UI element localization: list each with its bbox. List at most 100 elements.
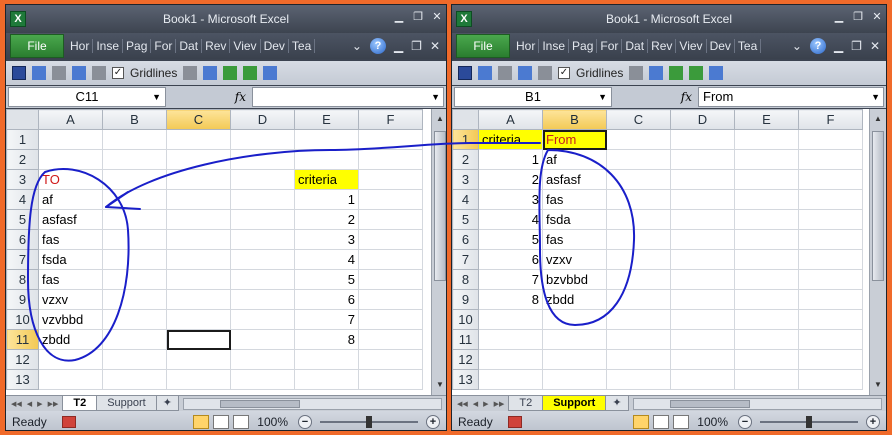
cell-b13[interactable] xyxy=(102,369,167,390)
row-header-2[interactable]: 2 xyxy=(452,149,479,170)
ribbon-tab-data[interactable]: Dat xyxy=(176,39,203,53)
cell-e7[interactable]: 4 xyxy=(294,249,359,270)
ribbon-tab-page-layout[interactable]: Pag xyxy=(569,39,598,53)
horizontal-scrollbar[interactable] xyxy=(632,397,882,410)
cell-f11[interactable] xyxy=(358,329,423,350)
column-header-f[interactable]: F xyxy=(798,109,863,130)
name-box[interactable]: B1 ▼ xyxy=(454,87,612,107)
ribbon-tab-team[interactable]: Tea xyxy=(735,39,762,53)
cell-d2[interactable] xyxy=(670,149,735,170)
chevron-down-icon[interactable]: ⌄ xyxy=(792,39,802,53)
cell-a5[interactable]: asfasf xyxy=(38,209,103,230)
cell-b3[interactable]: asfasf xyxy=(542,169,607,190)
last-sheet-icon[interactable]: ▶▶ xyxy=(494,400,505,408)
cell-f5[interactable] xyxy=(358,209,423,230)
cell-c2[interactable] xyxy=(606,149,671,170)
cell-d2[interactable] xyxy=(230,149,295,170)
chevron-down-icon[interactable]: ▼ xyxy=(598,88,607,106)
cell-a11[interactable] xyxy=(478,329,543,350)
ribbon-tab-review[interactable]: Rev xyxy=(202,39,231,53)
cell-a8[interactable]: 7 xyxy=(478,269,543,290)
cell-e10[interactable]: 7 xyxy=(294,309,359,330)
file-tab[interactable]: File xyxy=(456,34,510,58)
redo-icon[interactable] xyxy=(52,66,66,80)
cell-a4[interactable]: af xyxy=(38,189,103,210)
row-header-13[interactable]: 13 xyxy=(6,369,39,390)
cell-d6[interactable] xyxy=(230,229,295,250)
cell-a9[interactable]: vzxv xyxy=(38,289,103,310)
cell-f11[interactable] xyxy=(798,329,863,350)
cell-d3[interactable] xyxy=(230,169,295,190)
cell-e11[interactable]: 8 xyxy=(294,329,359,350)
name-box[interactable]: C11 ▼ xyxy=(8,87,166,107)
column-header-a[interactable]: A xyxy=(38,109,103,130)
cell-f9[interactable] xyxy=(798,289,863,310)
first-sheet-icon[interactable]: ◀◀ xyxy=(11,400,22,408)
cell-f4[interactable] xyxy=(358,189,423,210)
cell-a5[interactable]: 4 xyxy=(478,209,543,230)
row-header-1[interactable]: 1 xyxy=(452,129,479,150)
new-sheet-icon[interactable]: ✦ xyxy=(605,396,629,411)
next-sheet-icon[interactable]: ▶ xyxy=(37,400,42,408)
gridlines-checkbox[interactable]: ✓ xyxy=(558,67,570,79)
cell-f9[interactable] xyxy=(358,289,423,310)
first-sheet-icon[interactable]: ◀◀ xyxy=(457,400,468,408)
cell-d12[interactable] xyxy=(670,349,735,370)
column-header-e[interactable]: E xyxy=(294,109,359,130)
ribbon-tab-home[interactable]: Hor xyxy=(67,39,94,53)
hscroll-thumb[interactable] xyxy=(669,399,750,408)
cell-a10[interactable] xyxy=(478,309,543,330)
close-icon[interactable]: ✕ xyxy=(872,12,882,23)
hscroll-thumb[interactable] xyxy=(219,399,300,408)
arrow-right-icon[interactable] xyxy=(223,66,238,80)
last-sheet-icon[interactable]: ▶▶ xyxy=(48,400,59,408)
chevron-down-icon[interactable]: ⌄ xyxy=(352,39,362,53)
cell-c1[interactable] xyxy=(166,129,231,150)
sheet-grid[interactable]: A B C D E F 1 criteria From 2 1 af 3 2 asfasf 4 3 fas 5 4 fs… xyxy=(452,109,869,395)
cell-d8[interactable] xyxy=(670,269,735,290)
sheet-tab-t2[interactable]: T2 xyxy=(508,396,544,411)
cell-d11[interactable] xyxy=(670,329,735,350)
expand-formula-icon[interactable]: ▼ xyxy=(871,88,880,106)
cell-f7[interactable] xyxy=(358,249,423,270)
sheet-tab-support[interactable]: Support xyxy=(96,396,157,411)
column-header-f[interactable]: F xyxy=(358,109,423,130)
close-icon[interactable]: ✕ xyxy=(432,12,442,23)
zoom-in-icon[interactable]: + xyxy=(866,414,880,429)
ribbon-tab-home[interactable]: Hor xyxy=(513,39,540,53)
cell-c4[interactable] xyxy=(166,189,231,210)
cell-d5[interactable] xyxy=(230,209,295,230)
cell-b2[interactable] xyxy=(102,149,167,170)
page-break-icon[interactable] xyxy=(233,414,250,429)
file-tab[interactable]: File xyxy=(10,34,64,58)
cell-a8[interactable]: fas xyxy=(38,269,103,290)
minimize-icon[interactable]: ▁ xyxy=(834,12,844,23)
cell-d1[interactable] xyxy=(670,129,735,150)
new-sheet-icon[interactable]: ✦ xyxy=(155,396,179,411)
cell-e5[interactable] xyxy=(734,209,799,230)
cell-e9[interactable]: 6 xyxy=(294,289,359,310)
ribbon-tab-view[interactable]: Viev xyxy=(676,39,707,53)
cell-d7[interactable] xyxy=(670,249,735,270)
normal-view-icon[interactable] xyxy=(193,414,210,429)
cell-a6[interactable]: 5 xyxy=(478,229,543,250)
fx-icon[interactable]: fx xyxy=(166,86,252,108)
scroll-down-icon[interactable]: ▼ xyxy=(870,377,886,393)
column-header-b[interactable]: B xyxy=(542,109,607,130)
row-header-9[interactable]: 9 xyxy=(6,289,39,310)
cell-a3[interactable]: TO xyxy=(38,169,103,190)
split-icon[interactable] xyxy=(203,66,218,80)
horizontal-scrollbar[interactable] xyxy=(182,397,442,410)
row-header-2[interactable]: 2 xyxy=(6,149,39,170)
arrow-right-icon[interactable] xyxy=(669,66,684,80)
column-header-d[interactable]: D xyxy=(230,109,295,130)
cell-f13[interactable] xyxy=(798,369,863,390)
cell-c6[interactable] xyxy=(606,229,671,250)
cell-f10[interactable] xyxy=(798,309,863,330)
cell-c4[interactable] xyxy=(606,189,671,210)
split-icon[interactable] xyxy=(649,66,664,80)
macro-record-icon[interactable] xyxy=(62,415,76,428)
cell-a7[interactable]: 6 xyxy=(478,249,543,270)
zoom-level[interactable]: 100% xyxy=(257,415,288,429)
expand-formula-icon[interactable]: ▼ xyxy=(431,88,440,106)
